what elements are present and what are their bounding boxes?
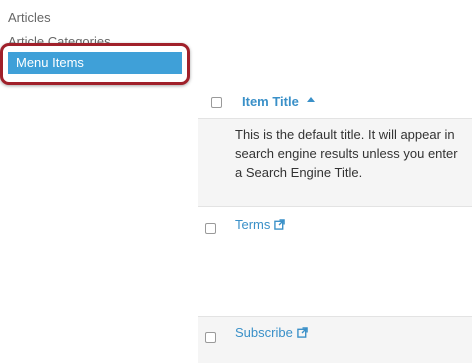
highlight-box: Menu Items [0, 43, 190, 85]
sidebar-item-menu-items[interactable]: Menu Items [8, 52, 182, 74]
subscribe-link-label[interactable]: Subscribe [235, 325, 293, 340]
row-checkbox-terms[interactable] [205, 223, 216, 234]
table-header-row: Item Title [198, 80, 472, 118]
menu-items-table: Item Title This is the default title. It… [198, 80, 472, 363]
column-header-item-title[interactable]: Item Title [242, 94, 299, 109]
row-checkbox-subscribe[interactable] [205, 332, 216, 343]
sort-up-icon[interactable] [307, 97, 315, 102]
terms-link[interactable]: Terms [235, 217, 286, 232]
external-link-icon [297, 327, 308, 338]
description-text: This is the default title. It will appea… [235, 127, 458, 180]
subscribe-link[interactable]: Subscribe [235, 325, 308, 340]
sidebar: Articles Article Categories Menu Items [0, 0, 196, 363]
external-link-icon [274, 219, 286, 230]
description-row: This is the default title. It will appea… [198, 118, 472, 206]
sidebar-item-articles[interactable]: Articles [8, 10, 51, 25]
terms-link-label[interactable]: Terms [235, 217, 270, 232]
select-all-checkbox[interactable] [211, 97, 222, 108]
